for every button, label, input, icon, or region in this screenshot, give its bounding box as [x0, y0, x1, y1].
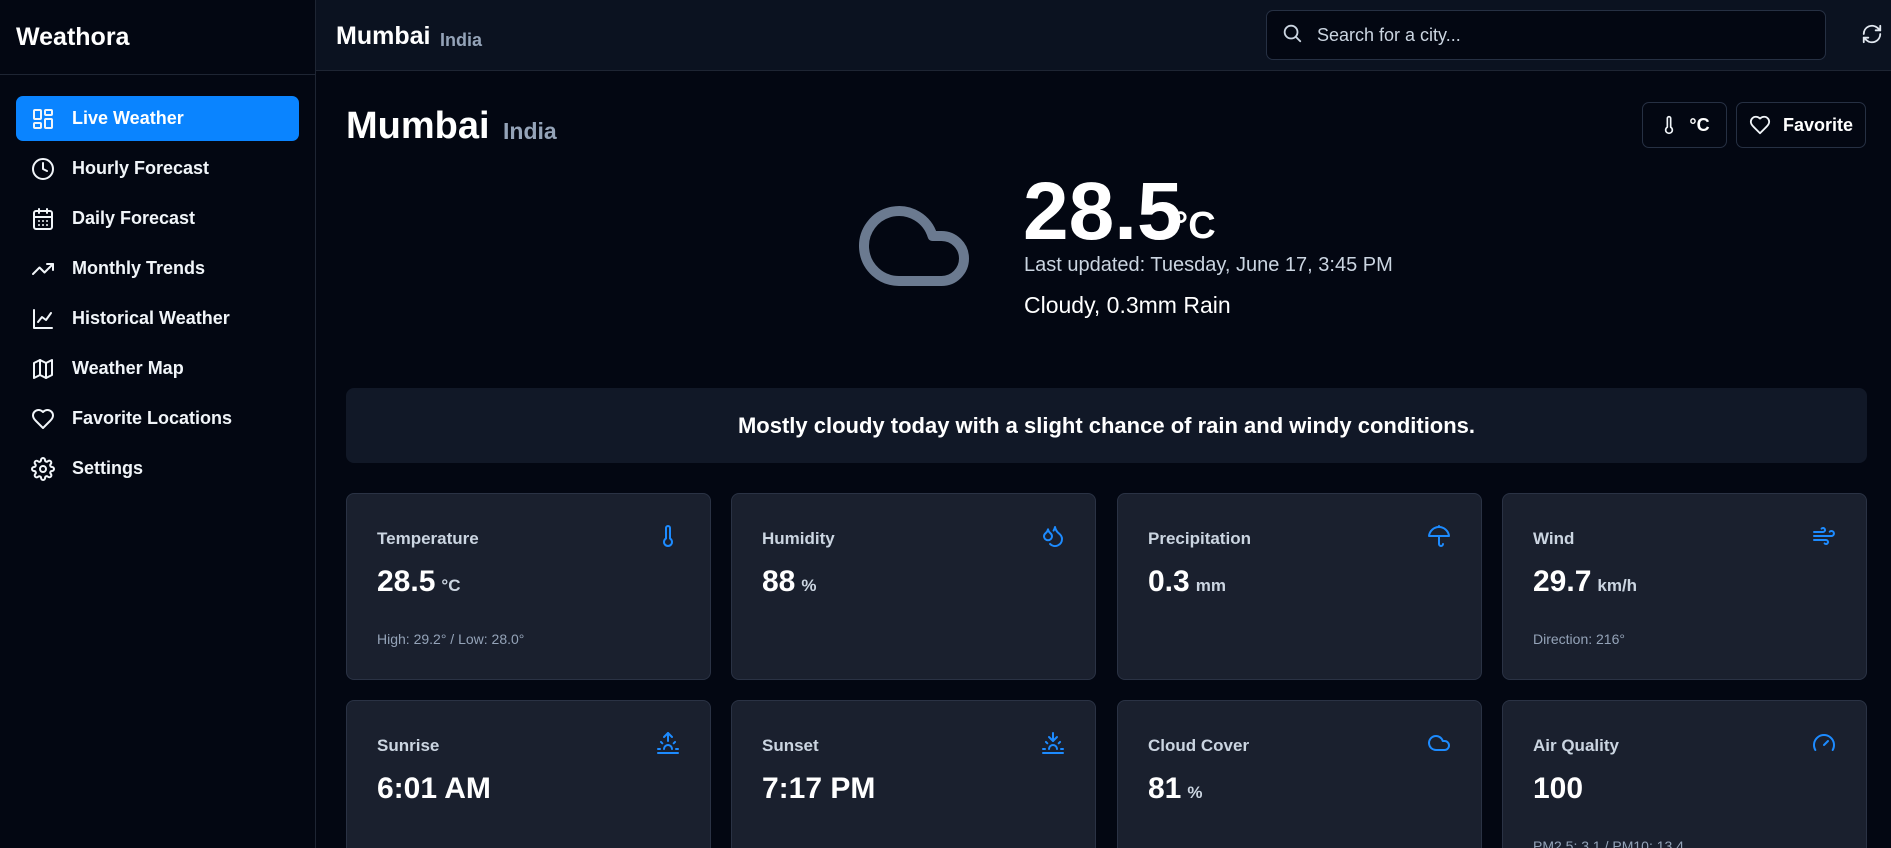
wind-icon [1812, 524, 1836, 548]
sidebar-item-label: Monthly Trends [72, 258, 206, 278]
topbar-city: Mumbai [336, 22, 431, 50]
sidebar-item-label: Settings [72, 458, 144, 478]
sidebar-item-label: Daily Forecast [72, 208, 196, 228]
sidebar-item-settings[interactable]: Settings [16, 446, 299, 491]
page-title: Mumbai [346, 105, 490, 147]
sidebar: Weathora Live Weather Hourly Forecast Da… [0, 0, 316, 848]
thermometer-icon [656, 524, 680, 548]
sunrise-card: Sunrise 6:01 AM [346, 700, 711, 848]
card-subtext: Direction: 216° [1533, 631, 1625, 647]
sidebar-item-label: Favorite Locations [72, 408, 233, 428]
wind-card: Wind 29.7 km/h Direction: 216° [1502, 493, 1867, 680]
sidebar-item-label: Weather Map [72, 358, 184, 378]
topbar-country: India [440, 30, 483, 50]
card-label: Air Quality [1533, 736, 1619, 755]
umbrella-icon [1427, 524, 1451, 548]
card-label: Humidity [762, 529, 835, 548]
gauge-icon [1812, 731, 1836, 755]
card-label: Temperature [377, 529, 479, 548]
main-content: Mumbai India °C Favorite 28.5 °C Last up… [316, 71, 1891, 848]
page-subtitle-country: India [503, 118, 557, 144]
card-label: Precipitation [1148, 529, 1251, 548]
current-temperature: 28.5 [1023, 166, 1183, 257]
sidebar-item-daily-forecast[interactable]: Daily Forecast [16, 196, 299, 241]
search-icon [1281, 22, 1303, 49]
card-value: 81% [1148, 772, 1203, 805]
unit-toggle-label: °C [1689, 114, 1710, 135]
card-value: 29.7 km/h [1533, 565, 1638, 598]
search-box[interactable] [1266, 10, 1826, 60]
dashboard-icon [31, 107, 55, 131]
sidebar-item-live-weather[interactable]: Live Weather [16, 96, 299, 141]
sidebar-item-weather-map[interactable]: Weather Map [16, 346, 299, 391]
precipitation-card: Precipitation 0.3 mm [1117, 493, 1482, 680]
cloud-icon [839, 186, 989, 306]
app-logo[interactable]: Weathora [0, 0, 315, 75]
card-label: Sunset [762, 736, 819, 755]
sidebar-item-label: Live Weather [72, 108, 184, 128]
sunrise-icon [656, 731, 680, 755]
sidebar-item-favorite-locations[interactable]: Favorite Locations [16, 396, 299, 441]
last-updated: Last updated: Tuesday, June 17, 3:45 PM [1024, 254, 1393, 276]
sidebar-nav: Live Weather Hourly Forecast Daily Forec… [0, 75, 315, 491]
cloud-cover-card: Cloud Cover 81% [1117, 700, 1482, 848]
temperature-card: Temperature 28.5 °C High: 29.2° / Low: 28… [346, 493, 711, 680]
calendar-icon [31, 207, 55, 231]
map-icon [31, 357, 55, 381]
sunset-card: Sunset 7:17 PM [731, 700, 1096, 848]
sunset-icon [1041, 731, 1065, 755]
card-subtext: PM2.5: 3.1 / PM10: 13.4 [1533, 838, 1684, 848]
droplets-icon [1041, 524, 1065, 548]
favorite-button[interactable]: Favorite [1736, 102, 1866, 148]
air-quality-card: Air Quality 100 PM2.5: 3.1 / PM10: 13.4 [1502, 700, 1867, 848]
card-subtext: High: 29.2° / Low: 28.0° [377, 631, 525, 647]
card-value: 88% [762, 565, 817, 598]
card-label: Sunrise [377, 736, 440, 755]
sidebar-item-label: Hourly Forecast [72, 158, 210, 178]
weather-summary: Mostly cloudy today with a slight chance… [346, 388, 1867, 463]
search-input[interactable] [1317, 24, 1797, 46]
card-label: Wind [1533, 529, 1575, 548]
thermometer-icon [1659, 115, 1679, 135]
heart-icon [1749, 114, 1771, 136]
line-chart-icon [31, 307, 55, 331]
card-label: Cloud Cover [1148, 736, 1250, 755]
card-value: 100 [1533, 772, 1584, 805]
heart-icon [31, 407, 55, 431]
unit-toggle-button[interactable]: °C [1642, 102, 1727, 148]
card-value: 28.5 °C [377, 565, 461, 598]
refresh-icon[interactable] [1861, 23, 1885, 47]
sidebar-item-label: Historical Weather [72, 308, 230, 328]
clock-icon [31, 157, 55, 181]
trending-up-icon [31, 257, 55, 281]
favorite-label: Favorite [1782, 114, 1854, 135]
card-value: 6:01 AM [377, 772, 491, 805]
humidity-card: Humidity 88% [731, 493, 1096, 680]
gear-icon [31, 456, 55, 481]
card-value: 0.3 mm [1148, 565, 1226, 598]
sidebar-item-hourly-forecast[interactable]: Hourly Forecast [16, 146, 299, 191]
sidebar-item-monthly-trends[interactable]: Monthly Trends [16, 246, 299, 291]
current-temperature-unit: °C [1173, 205, 1216, 247]
card-value: 7:17 PM [762, 772, 876, 805]
top-bar: Mumbai India [316, 0, 1891, 71]
current-condition: Cloudy, 0.3mm Rain [1024, 292, 1231, 318]
sidebar-item-historical-weather[interactable]: Historical Weather [16, 296, 299, 341]
cloud-icon [1427, 731, 1451, 755]
